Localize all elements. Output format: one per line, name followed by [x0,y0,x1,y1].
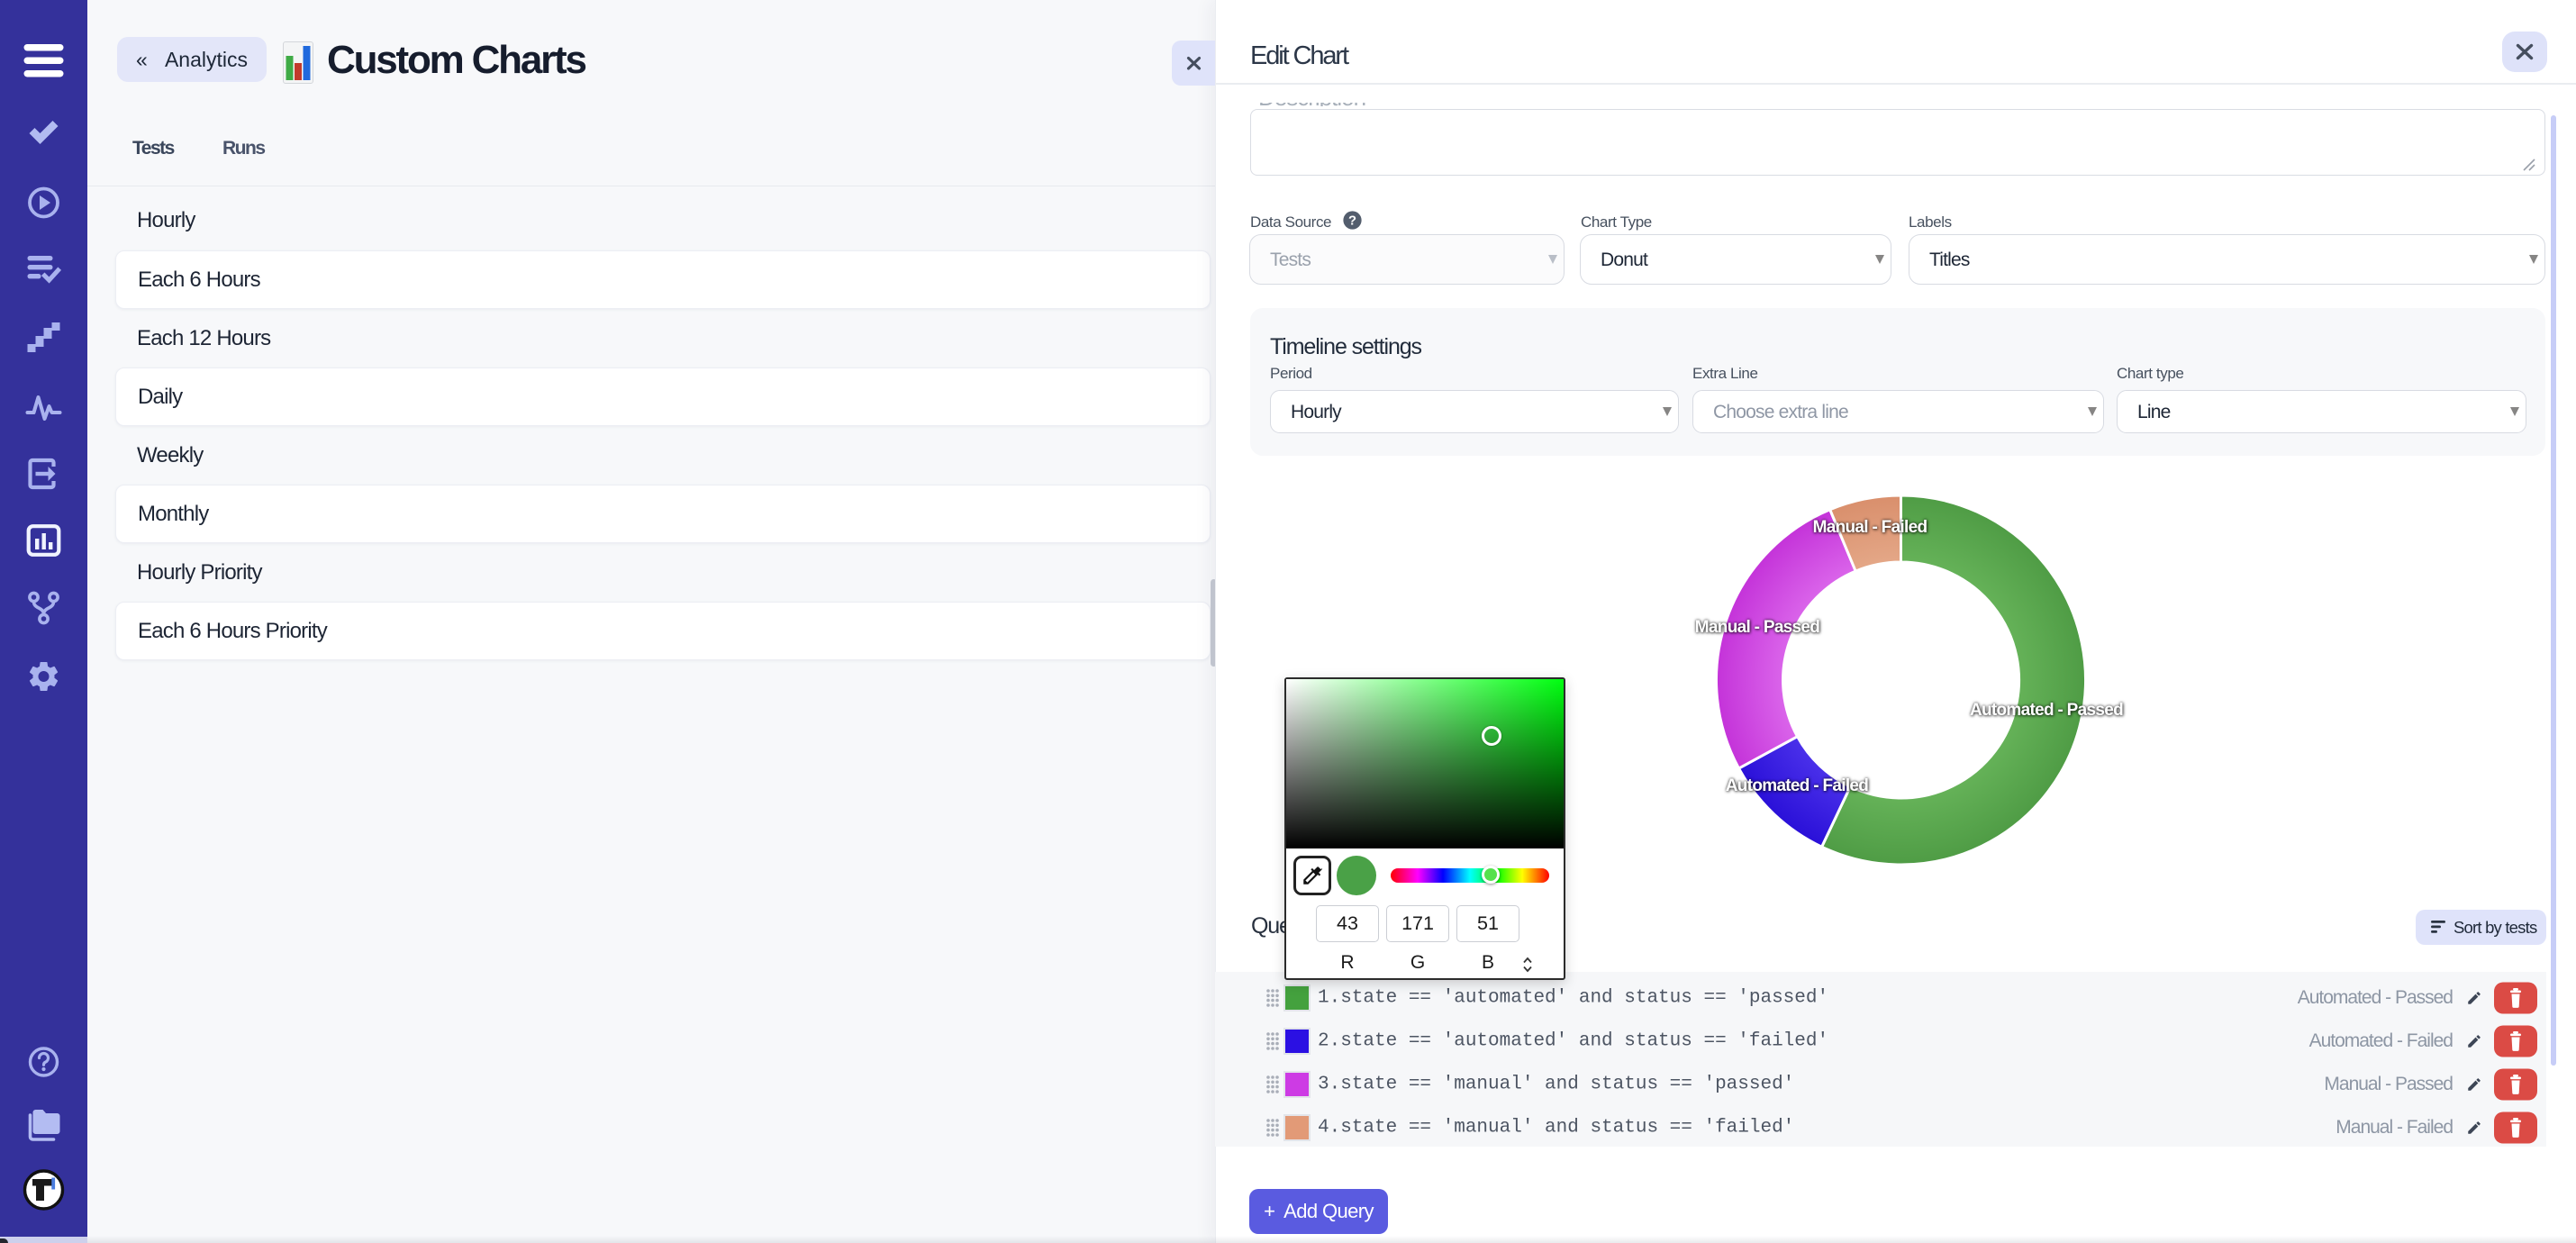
svg-text:?: ? [1348,214,1356,229]
